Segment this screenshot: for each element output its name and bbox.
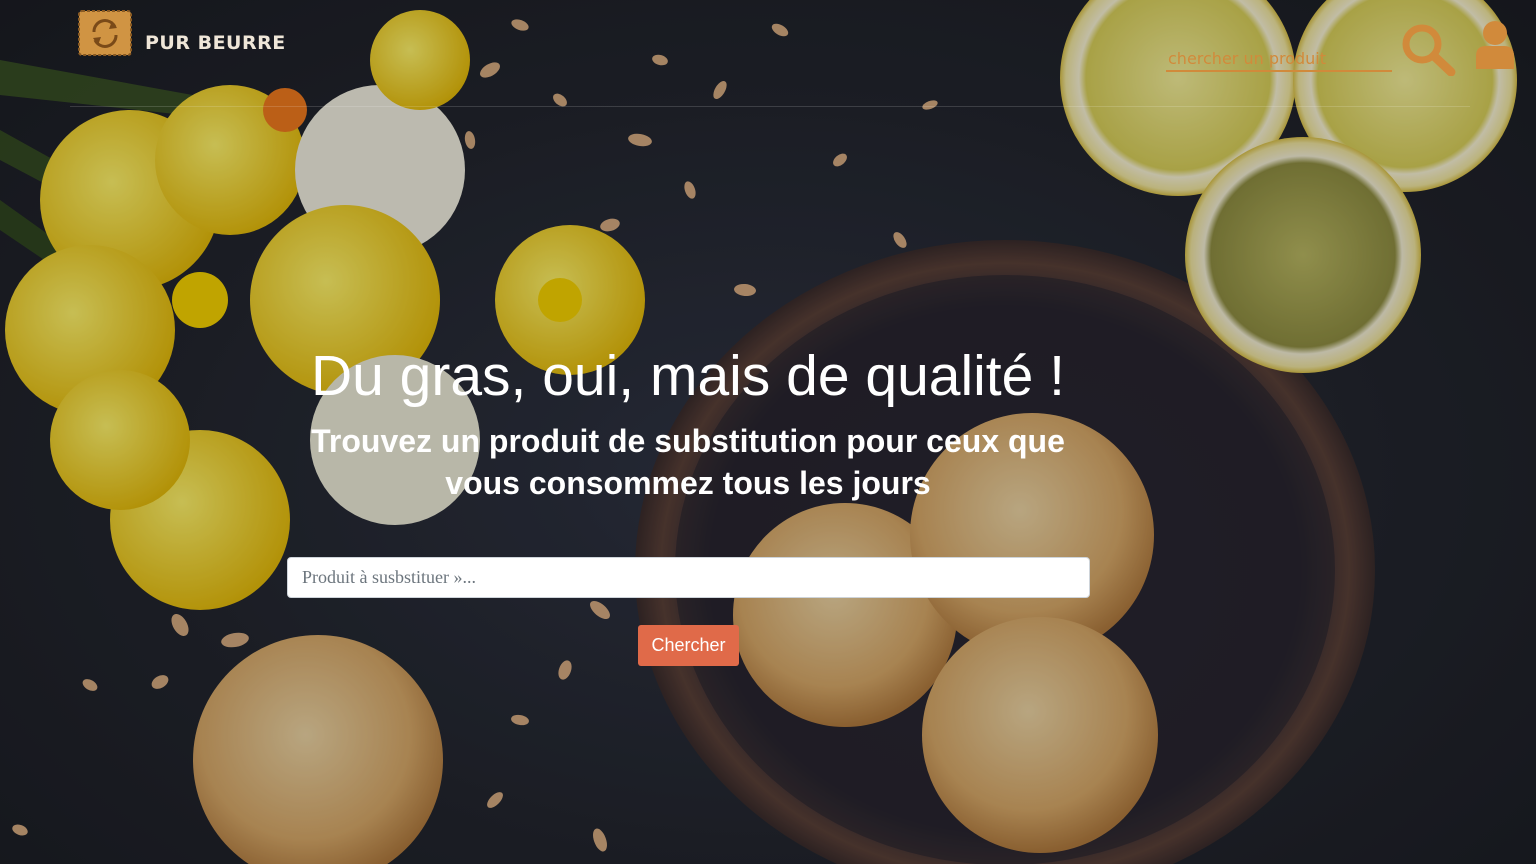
product-search-input[interactable] bbox=[287, 557, 1090, 598]
search-button[interactable]: Chercher bbox=[638, 625, 739, 666]
page: PUR BEURRE Du gras, oui, mais de qualité… bbox=[0, 0, 1536, 864]
brand-link[interactable]: PUR BEURRE bbox=[78, 10, 286, 56]
search-icon[interactable] bbox=[1400, 22, 1456, 76]
hero-subtitle: Trouvez un produit de substitution pour … bbox=[311, 423, 1065, 501]
navbar: PUR BEURRE bbox=[0, 0, 1536, 106]
navbar-search-input[interactable] bbox=[1166, 46, 1392, 72]
cookie-refresh-logo-icon bbox=[78, 10, 132, 56]
navbar-divider bbox=[70, 106, 1470, 107]
brand-name: PUR BEURRE bbox=[145, 32, 286, 54]
user-icon[interactable] bbox=[1474, 20, 1516, 70]
hero-title: Du gras, oui, mais de qualité ! bbox=[310, 344, 1066, 408]
